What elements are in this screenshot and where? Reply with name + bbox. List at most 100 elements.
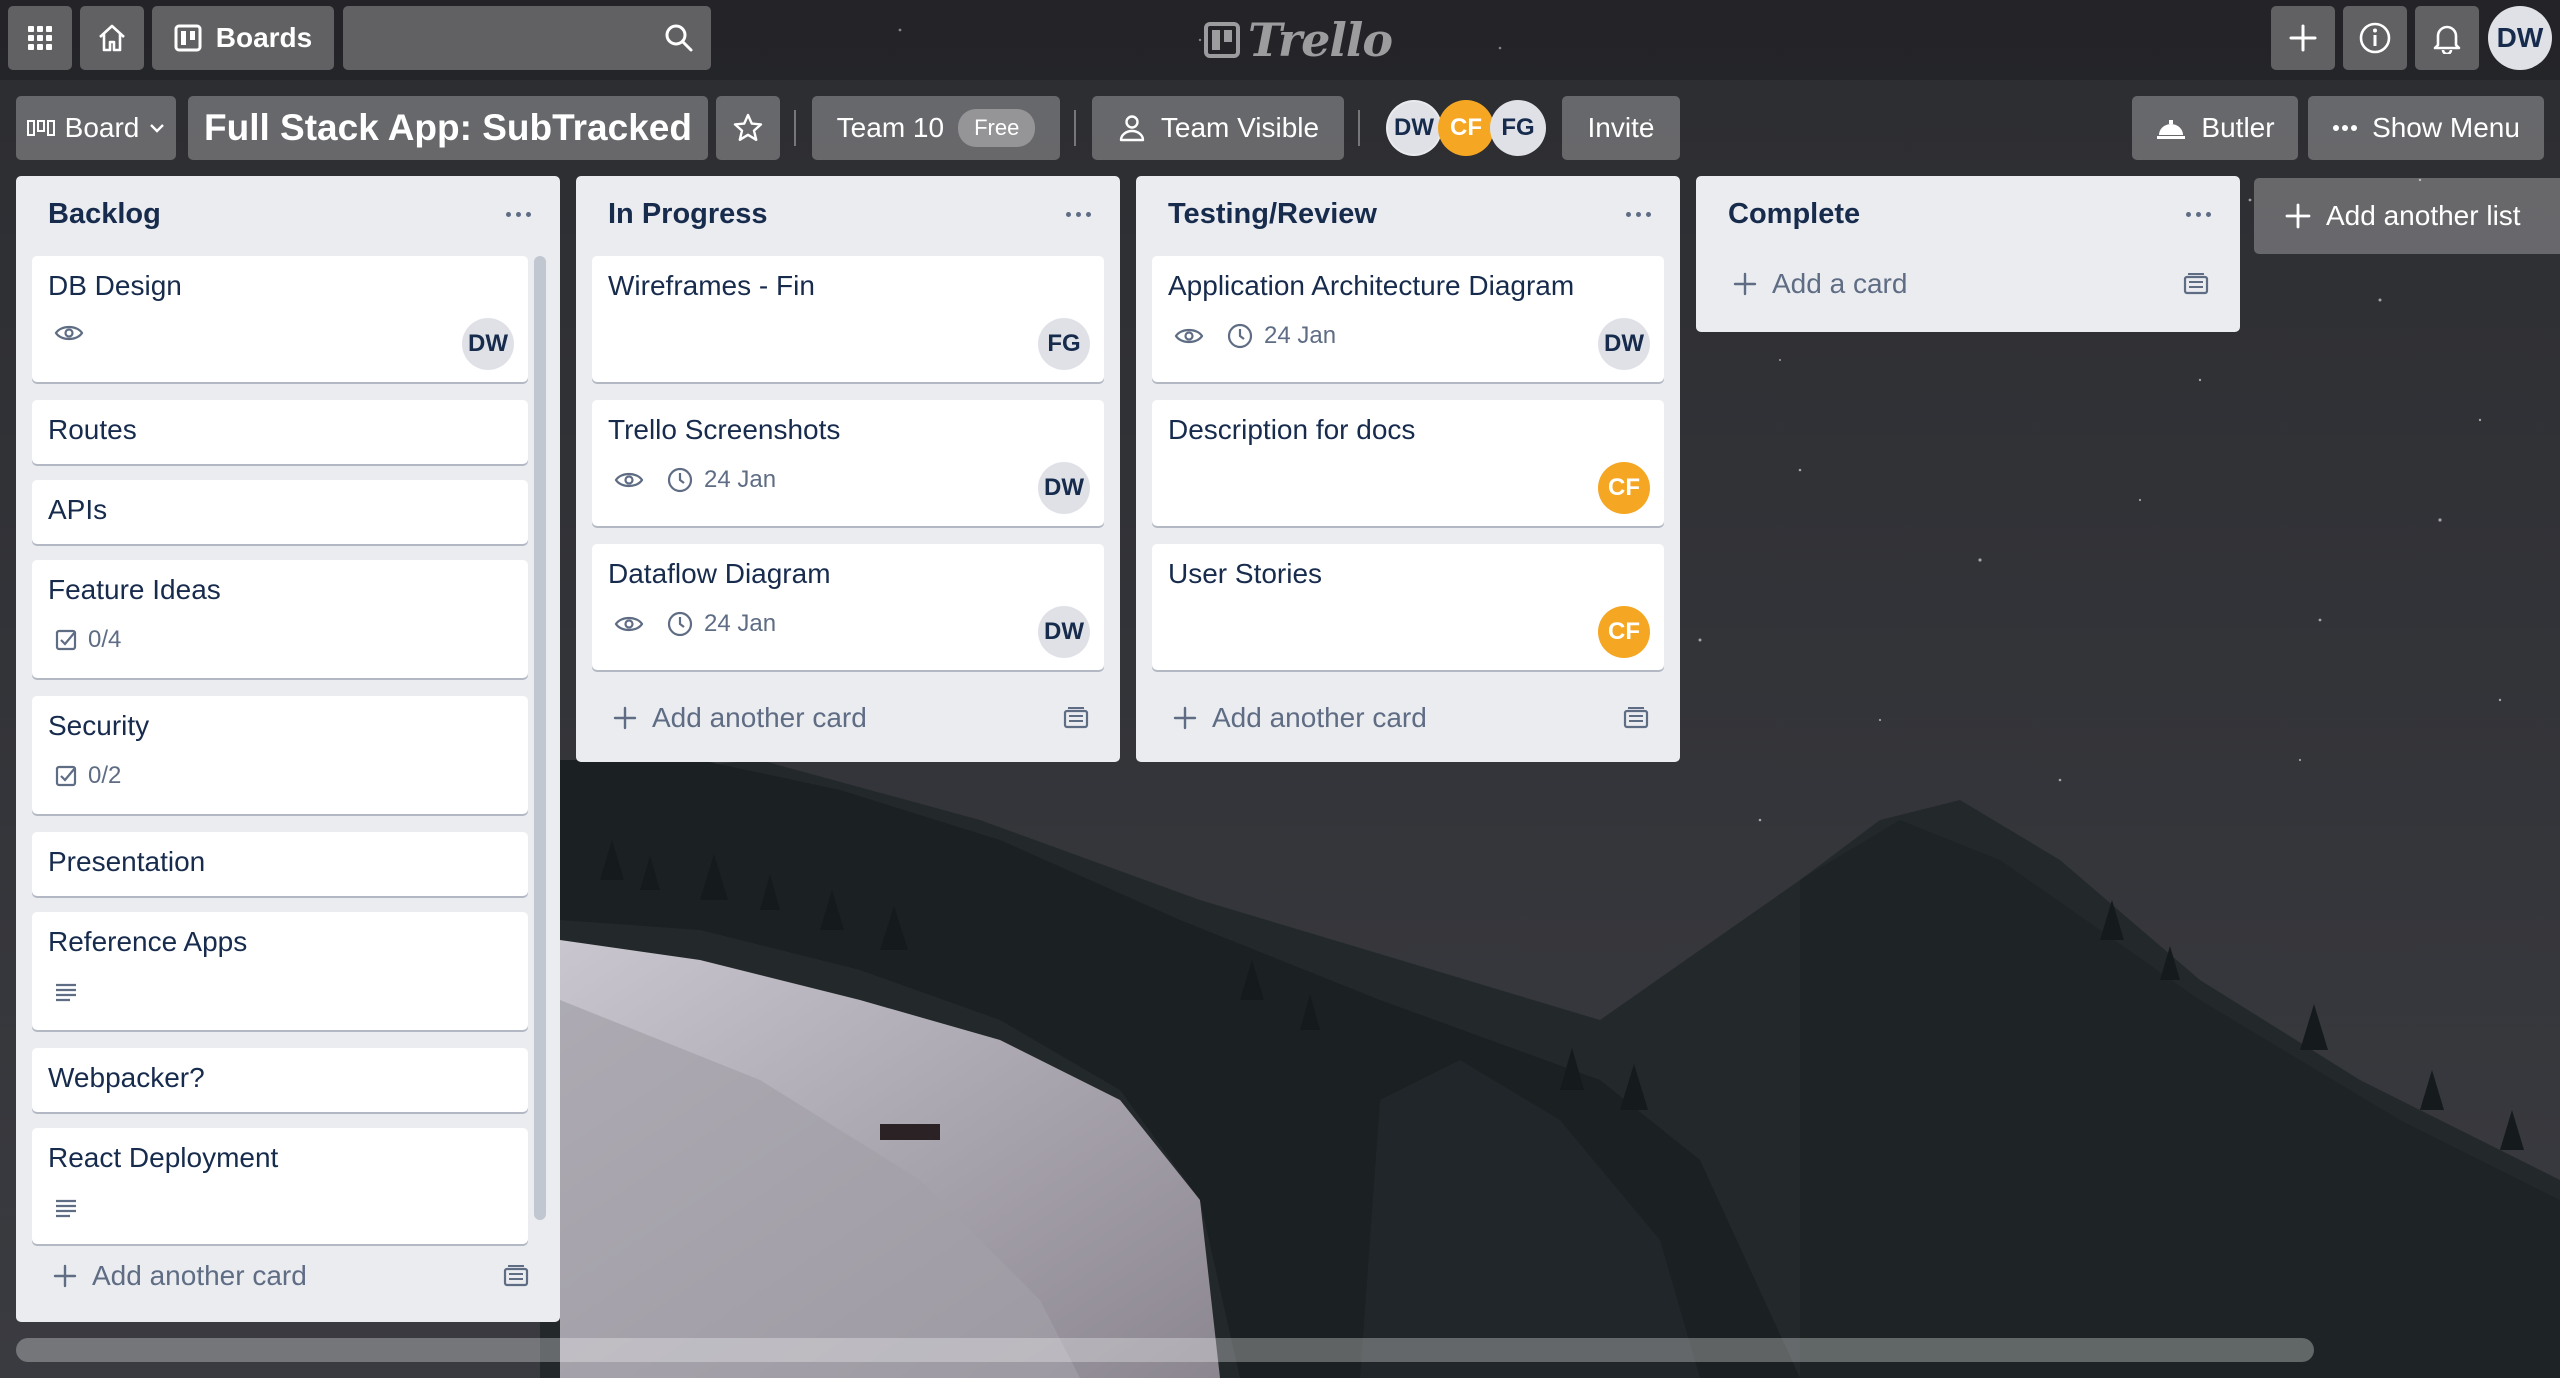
apps-grid-button[interactable] xyxy=(8,6,72,70)
card-application-architecture-diagram[interactable]: Application Architecture Diagram 24 Jan … xyxy=(1152,256,1664,382)
search-icon[interactable] xyxy=(663,22,695,54)
plus-icon xyxy=(1733,272,1757,296)
plus-icon xyxy=(53,1264,77,1288)
checklist-badge: 0/2 xyxy=(54,762,121,790)
boards-button[interactable]: Boards xyxy=(152,6,334,70)
card-apis[interactable]: APIs xyxy=(32,480,528,544)
card-title: Webpacker? xyxy=(48,1062,205,1093)
member-avatar-dw[interactable]: DW xyxy=(1386,100,1442,156)
card-member-avatar[interactable]: CF xyxy=(1598,462,1650,514)
divider xyxy=(1358,110,1360,146)
chevron-down-icon xyxy=(150,124,165,133)
star-board-button[interactable] xyxy=(716,96,780,160)
list-in-progress[interactable]: In Progress Wireframes - Fin FG Trello S… xyxy=(576,176,1120,762)
due-date: 24 Jan xyxy=(704,466,777,493)
card-title: Presentation xyxy=(48,846,206,877)
card-reference-apps[interactable]: Reference Apps xyxy=(32,912,528,1030)
show-menu-button[interactable]: Show Menu xyxy=(2308,96,2544,160)
card-member-avatar[interactable]: DW xyxy=(1038,606,1090,658)
member-avatar-cf[interactable]: CF xyxy=(1438,100,1494,156)
visibility-label: Team Visible xyxy=(1160,112,1320,143)
invite-button[interactable]: Invite xyxy=(1562,96,1680,160)
checklist-badge: 0/4 xyxy=(54,626,121,654)
team-button[interactable]: Team 10 Free xyxy=(812,96,1060,160)
bell-icon xyxy=(2433,25,2461,54)
list-menu-button[interactable] xyxy=(1056,194,1100,234)
card-dataflow-diagram[interactable]: Dataflow Diagram 24 Jan DW xyxy=(592,544,1104,670)
list-title[interactable]: Testing/Review xyxy=(1168,198,1377,231)
search-input[interactable] xyxy=(343,6,643,70)
card-member-avatar[interactable]: CF xyxy=(1598,606,1650,658)
board-horizontal-scrollbar[interactable] xyxy=(16,1338,2314,1362)
list-menu-button[interactable] xyxy=(2176,194,2220,234)
clock-icon xyxy=(667,467,693,493)
card-trello-screenshots[interactable]: Trello Screenshots 24 Jan DW xyxy=(592,400,1104,526)
card-security[interactable]: Security 0/2 xyxy=(32,696,528,814)
info-button[interactable] xyxy=(2343,6,2407,70)
description-icon xyxy=(56,983,76,1002)
list-title[interactable]: In Progress xyxy=(608,198,768,231)
card-title: Trello Screenshots xyxy=(608,414,841,445)
list-backlog[interactable]: Backlog DB Design DW Routes APIs Feature… xyxy=(16,176,560,1322)
card-title: Application Architecture Diagram xyxy=(1168,270,1575,301)
add-card-button[interactable]: Add another card xyxy=(52,1260,307,1292)
user-avatar[interactable]: DW xyxy=(2488,6,2552,70)
board-title[interactable]: Full Stack App: SubTracked xyxy=(188,96,708,160)
notifications-button[interactable] xyxy=(2415,6,2479,70)
description-icon xyxy=(56,1199,76,1218)
checklist-icon xyxy=(55,629,77,651)
card-member-avatar[interactable]: DW xyxy=(1038,462,1090,514)
card-routes[interactable]: Routes xyxy=(32,400,528,464)
due-date: 24 Jan xyxy=(704,610,777,637)
list-menu-button[interactable] xyxy=(496,194,540,234)
card-user-stories[interactable]: User Stories CF xyxy=(1152,544,1664,670)
team-visibility-icon xyxy=(1119,115,1145,142)
card-db-design[interactable]: DB Design DW xyxy=(32,256,528,382)
card-feature-ideas[interactable]: Feature Ideas 0/4 xyxy=(32,560,528,678)
create-button[interactable] xyxy=(2271,6,2335,70)
card-wireframes-fin[interactable]: Wireframes - Fin FG xyxy=(592,256,1104,382)
watch-eye-icon xyxy=(614,616,644,632)
card-template-icon[interactable] xyxy=(1062,706,1090,732)
plus-icon xyxy=(1173,706,1197,730)
card-template-icon[interactable] xyxy=(502,1264,530,1290)
card-member-avatar[interactable]: FG xyxy=(1038,318,1090,370)
card-webpacker[interactable]: Webpacker? xyxy=(32,1048,528,1112)
card-template-icon[interactable] xyxy=(1622,706,1650,732)
apps-grid-icon xyxy=(28,26,52,50)
checklist-count: 0/4 xyxy=(88,626,122,653)
plus-icon xyxy=(2289,24,2317,52)
list-scrollbar[interactable] xyxy=(534,256,546,1220)
star-icon xyxy=(733,113,763,141)
trello-logo-icon xyxy=(1204,22,1240,58)
search-field[interactable] xyxy=(343,6,711,70)
list-menu-button[interactable] xyxy=(1616,194,1660,234)
card-description-for-docs[interactable]: Description for docs CF xyxy=(1152,400,1664,526)
list-header: Backlog xyxy=(16,176,560,256)
butler-button[interactable]: Butler xyxy=(2132,96,2298,160)
add-card-button[interactable]: Add another card xyxy=(1172,702,1427,734)
due-date-badge: 24 Jan xyxy=(666,466,776,494)
visibility-button[interactable]: Team Visible xyxy=(1092,96,1344,160)
member-avatar-fg[interactable]: FG xyxy=(1490,100,1546,156)
card-title: Security xyxy=(48,710,150,741)
list-title[interactable]: Complete xyxy=(1728,198,1860,231)
board-view-icon xyxy=(26,120,55,136)
add-card-button[interactable]: Add a card xyxy=(1732,268,1907,300)
divider xyxy=(1074,110,1076,146)
card-title: Feature Ideas xyxy=(48,574,221,605)
add-list-button[interactable]: Add another list xyxy=(2254,178,2560,254)
list-title[interactable]: Backlog xyxy=(48,198,161,231)
home-button[interactable] xyxy=(80,6,144,70)
card-react-deployment[interactable]: React Deployment xyxy=(32,1128,528,1244)
card-template-icon[interactable] xyxy=(2182,272,2210,298)
board-view-switcher[interactable]: Board xyxy=(16,96,176,160)
trello-logo[interactable]: Trello xyxy=(1204,10,1393,70)
plus-icon xyxy=(2285,203,2311,229)
list-testing-review[interactable]: Testing/Review Application Architecture … xyxy=(1136,176,1680,762)
add-card-button[interactable]: Add another card xyxy=(612,702,867,734)
card-presentation[interactable]: Presentation xyxy=(32,832,528,896)
card-member-avatar[interactable]: DW xyxy=(1598,318,1650,370)
card-member-avatar[interactable]: DW xyxy=(462,318,514,370)
list-complete[interactable]: Complete Add a card xyxy=(1696,176,2240,332)
